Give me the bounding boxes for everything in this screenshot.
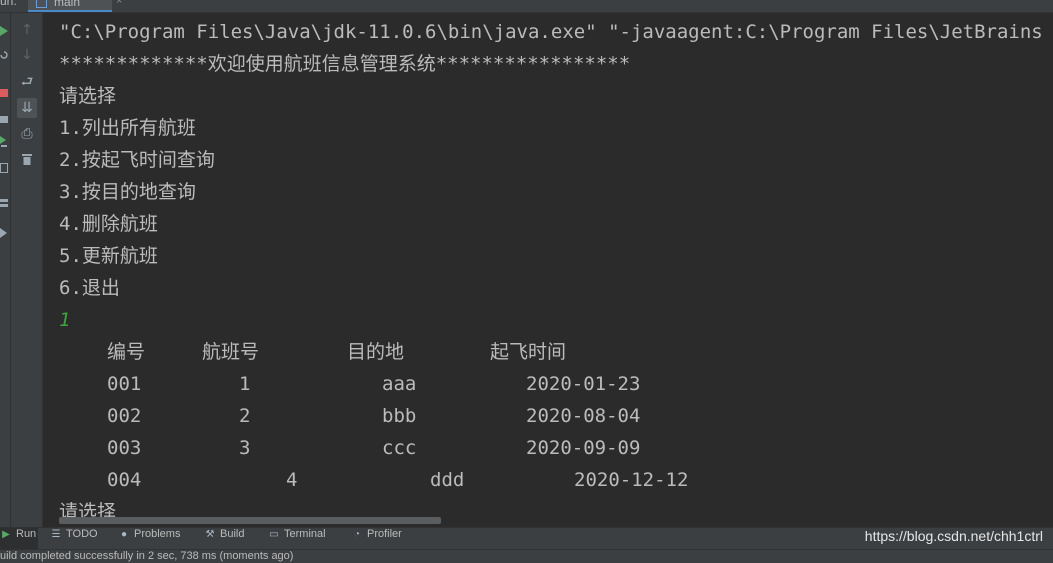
table-header-id: 编号 — [107, 341, 146, 363]
pin-icon[interactable] — [0, 223, 8, 238]
console-line-menu-5: 5.更新航班 — [59, 245, 158, 267]
table-cell: 004 — [107, 469, 142, 491]
stop-icon[interactable] — [0, 83, 8, 97]
profiler-icon: ◔ — [353, 529, 361, 540]
console-line-banner: *************欢迎使用航班信息管理系统***************… — [59, 53, 631, 75]
table-cell: ccc — [382, 437, 417, 459]
table-cell: 3 — [239, 437, 251, 459]
run-tab-strip: un: main × — [0, 0, 1053, 13]
tab-build[interactable]: ⚒ Build — [204, 528, 245, 550]
run-icon: ▶ — [2, 529, 10, 540]
table-cell: 2 — [239, 405, 251, 427]
table-cell: 003 — [107, 437, 142, 459]
table-cell: bbb — [382, 405, 417, 427]
table-cell: 2020-09-09 — [526, 437, 641, 459]
arrow-down-icon[interactable]: ↓ — [17, 45, 37, 65]
table-cell: 4 — [286, 469, 298, 491]
console-line-menu-4: 4.删除航班 — [59, 213, 158, 235]
terminal-icon: ▭ — [269, 529, 279, 540]
build-icon: ⚒ — [205, 529, 215, 540]
problems-icon: ● — [120, 529, 128, 540]
tab-problems-label: Problems — [134, 528, 181, 540]
soft-wrap-icon[interactable]: ⮐ — [17, 72, 37, 92]
console-toolbar: ↑ ↓ ⮐ ⇊ ⎙ — [11, 13, 43, 527]
restore-layout-icon[interactable] — [0, 159, 8, 173]
table-header-flight-no: 航班号 — [202, 341, 260, 363]
table-cell: 1 — [239, 373, 251, 395]
console-line-menu-3: 3.按目的地查询 — [59, 181, 196, 203]
console-line-menu-2: 2.按起飞时间查询 — [59, 149, 215, 171]
tab-main[interactable]: main × — [28, 0, 122, 12]
camera-icon[interactable] — [0, 109, 8, 123]
print-icon[interactable]: ⎙ — [17, 124, 37, 144]
scroll-to-end-icon[interactable]: ⇊ — [17, 98, 37, 118]
run-actions-strip — [0, 13, 11, 527]
watermark: https://blog.csdn.net/chh1ctrl — [864, 528, 1043, 544]
close-icon[interactable]: × — [116, 0, 122, 7]
table-cell: 2020-01-23 — [526, 373, 641, 395]
application-icon — [36, 0, 47, 8]
console-line-command: "C:\Program Files\Java\jdk-11.0.6\bin\ja… — [59, 21, 1043, 43]
status-message: uild completed successfully in 2 sec, 73… — [0, 550, 294, 562]
table-cell: aaa — [382, 373, 417, 395]
tool-window-bar: ▶ Run ☰ TODO ● Problems ⚒ Build ▭ Terminal ◔ P… — [0, 527, 1053, 550]
tab-run[interactable]: ▶ Run — [0, 528, 38, 550]
tab-main-label: main — [54, 0, 81, 9]
trash-icon[interactable] — [17, 149, 37, 169]
horizontal-scrollbar[interactable] — [59, 517, 441, 524]
console-output[interactable]: "C:\Program Files\Java\jdk-11.0.6\bin\ja… — [43, 13, 1053, 527]
table-cell: 2020-12-12 — [574, 469, 689, 491]
table-cell: ddd — [430, 469, 465, 491]
debug-icon[interactable] — [0, 133, 8, 147]
tab-terminal[interactable]: ▭ Terminal — [268, 528, 326, 550]
console-line-menu-1: 1.列出所有航班 — [59, 117, 196, 139]
refresh-icon[interactable] — [0, 45, 8, 59]
list-icon: ☰ — [51, 529, 61, 540]
run-label-prefix: un: — [0, 0, 17, 8]
tab-problems[interactable]: ● Problems — [118, 528, 181, 550]
table-cell: 002 — [107, 405, 142, 427]
table-cell: 2020-08-04 — [526, 405, 641, 427]
tab-profiler-label: Profiler — [367, 528, 402, 540]
layout-icon[interactable] — [0, 193, 8, 207]
status-bar: uild completed successfully in 2 sec, 73… — [0, 549, 1053, 563]
arrow-up-icon[interactable]: ↑ — [17, 20, 37, 40]
table-header-departure-time: 起飞时间 — [490, 341, 567, 363]
tab-terminal-label: Terminal — [284, 528, 326, 540]
tab-run-label: Run — [16, 528, 37, 540]
console-line-menu-6: 6.退出 — [59, 277, 120, 299]
console-line-prompt: 请选择 — [59, 85, 117, 107]
rerun-icon[interactable] — [0, 21, 8, 36]
table-cell: 001 — [107, 373, 142, 395]
table-header-destination: 目的地 — [347, 341, 405, 363]
tab-build-label: Build — [220, 528, 245, 540]
console-user-input: 1 — [59, 309, 71, 331]
tab-todo-label: TODO — [66, 528, 98, 540]
tab-todo[interactable]: ☰ TODO — [50, 528, 98, 550]
tab-profiler[interactable]: ◔ Profiler — [351, 528, 402, 550]
